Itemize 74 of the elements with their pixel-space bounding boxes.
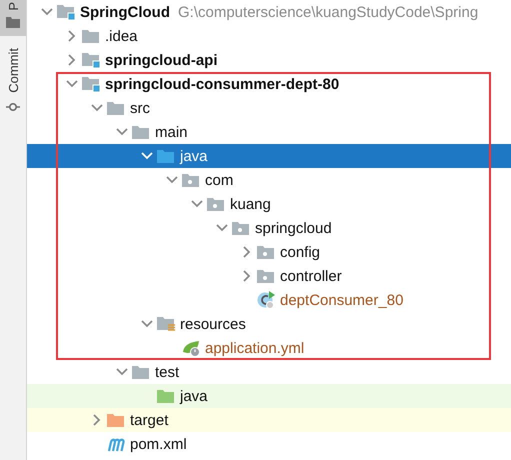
node-label: springcloud-consummer-dept-80 bbox=[104, 76, 340, 92]
tree-row[interactable]: pom.xml bbox=[27, 432, 511, 456]
package-folder-icon bbox=[257, 268, 275, 284]
tree-row[interactable]: java bbox=[27, 384, 511, 408]
chevron-down-icon[interactable] bbox=[191, 200, 203, 208]
chevron-right-icon[interactable] bbox=[243, 270, 251, 282]
chevron-down-icon[interactable] bbox=[116, 368, 128, 376]
chevron-down-icon[interactable] bbox=[116, 128, 128, 136]
excluded-folder-icon bbox=[107, 412, 125, 428]
node-label: target bbox=[129, 412, 168, 428]
node-label: controller bbox=[279, 268, 342, 284]
node-label: springcloud-api bbox=[104, 52, 218, 68]
module-folder-icon bbox=[82, 52, 100, 68]
chevron-right-icon[interactable] bbox=[93, 414, 101, 426]
node-label: resources bbox=[179, 316, 246, 332]
tree-row[interactable]: kuang bbox=[27, 192, 511, 216]
tree-row[interactable]: config bbox=[27, 240, 511, 264]
module-folder-icon bbox=[82, 76, 100, 92]
chevron-right-icon[interactable] bbox=[243, 246, 251, 258]
tool-window-tab[interactable]: Commit bbox=[0, 36, 26, 120]
chevron-down-icon[interactable] bbox=[141, 320, 153, 328]
node-label: application.yml bbox=[204, 340, 304, 356]
folder-icon bbox=[132, 364, 150, 380]
class-icon bbox=[257, 291, 275, 309]
node-label: pom.xml bbox=[129, 436, 187, 452]
source-folder-icon bbox=[157, 148, 175, 164]
package-folder-icon bbox=[207, 196, 225, 212]
folder-icon bbox=[82, 28, 100, 44]
node-label: src bbox=[129, 100, 150, 116]
maven-icon bbox=[107, 436, 125, 452]
node-label: deptConsumer_80 bbox=[279, 292, 404, 308]
node-label: .idea bbox=[104, 28, 138, 44]
node-label: java bbox=[178, 148, 208, 164]
test-folder-icon bbox=[157, 388, 175, 404]
tree-row[interactable]: java bbox=[27, 144, 511, 168]
chevron-down-icon[interactable] bbox=[166, 176, 178, 184]
chevron-right-icon[interactable] bbox=[68, 54, 76, 66]
folder-icon bbox=[107, 100, 125, 116]
node-label: test bbox=[154, 364, 180, 380]
project-path: G:\computerscience\kuangStudyCode\Spring bbox=[178, 4, 478, 20]
tree-row[interactable]: springcloud-consummer-dept-80 bbox=[27, 72, 511, 96]
node-label: SpringCloud bbox=[79, 4, 170, 20]
chevron-right-icon[interactable] bbox=[68, 30, 76, 42]
chevron-down-icon[interactable] bbox=[41, 8, 53, 16]
resources-folder-icon bbox=[157, 316, 175, 332]
tree-row[interactable]: com bbox=[27, 168, 511, 192]
node-label: config bbox=[279, 244, 320, 260]
node-label: kuang bbox=[229, 196, 271, 212]
tree-row[interactable]: deptConsumer_80 bbox=[27, 288, 511, 312]
node-label: springcloud bbox=[254, 220, 332, 236]
spring-leaf-icon bbox=[182, 340, 202, 356]
tree-row[interactable]: src bbox=[27, 96, 511, 120]
folder-icon bbox=[132, 124, 150, 140]
tree-row[interactable]: springcloud-api bbox=[27, 48, 511, 72]
tree-row[interactable]: SpringCloud G:\computerscience\kuangStudyCode\Spring bbox=[27, 0, 511, 24]
tree-row[interactable]: target bbox=[27, 408, 511, 432]
tree-row[interactable]: application.yml bbox=[27, 336, 511, 360]
tree-row[interactable]: springcloud bbox=[27, 216, 511, 240]
chevron-down-icon[interactable] bbox=[91, 104, 103, 112]
node-label: java bbox=[178, 388, 208, 404]
package-folder-icon bbox=[232, 220, 250, 236]
module-folder-icon bbox=[57, 4, 75, 20]
chevron-down-icon[interactable] bbox=[216, 224, 228, 232]
tree-row[interactable]: .idea bbox=[27, 24, 511, 48]
tool-window-tab[interactable]: P bbox=[0, 0, 26, 36]
node-label: main bbox=[154, 124, 188, 140]
tree-row[interactable]: test bbox=[27, 360, 511, 384]
package-folder-icon bbox=[182, 172, 200, 188]
package-folder-icon bbox=[257, 244, 275, 260]
folder-icon bbox=[6, 16, 20, 28]
tree-row[interactable]: controller bbox=[27, 264, 511, 288]
chevron-down-icon[interactable] bbox=[66, 80, 78, 88]
tree-row[interactable]: resources bbox=[27, 312, 511, 336]
node-label: com bbox=[204, 172, 234, 188]
